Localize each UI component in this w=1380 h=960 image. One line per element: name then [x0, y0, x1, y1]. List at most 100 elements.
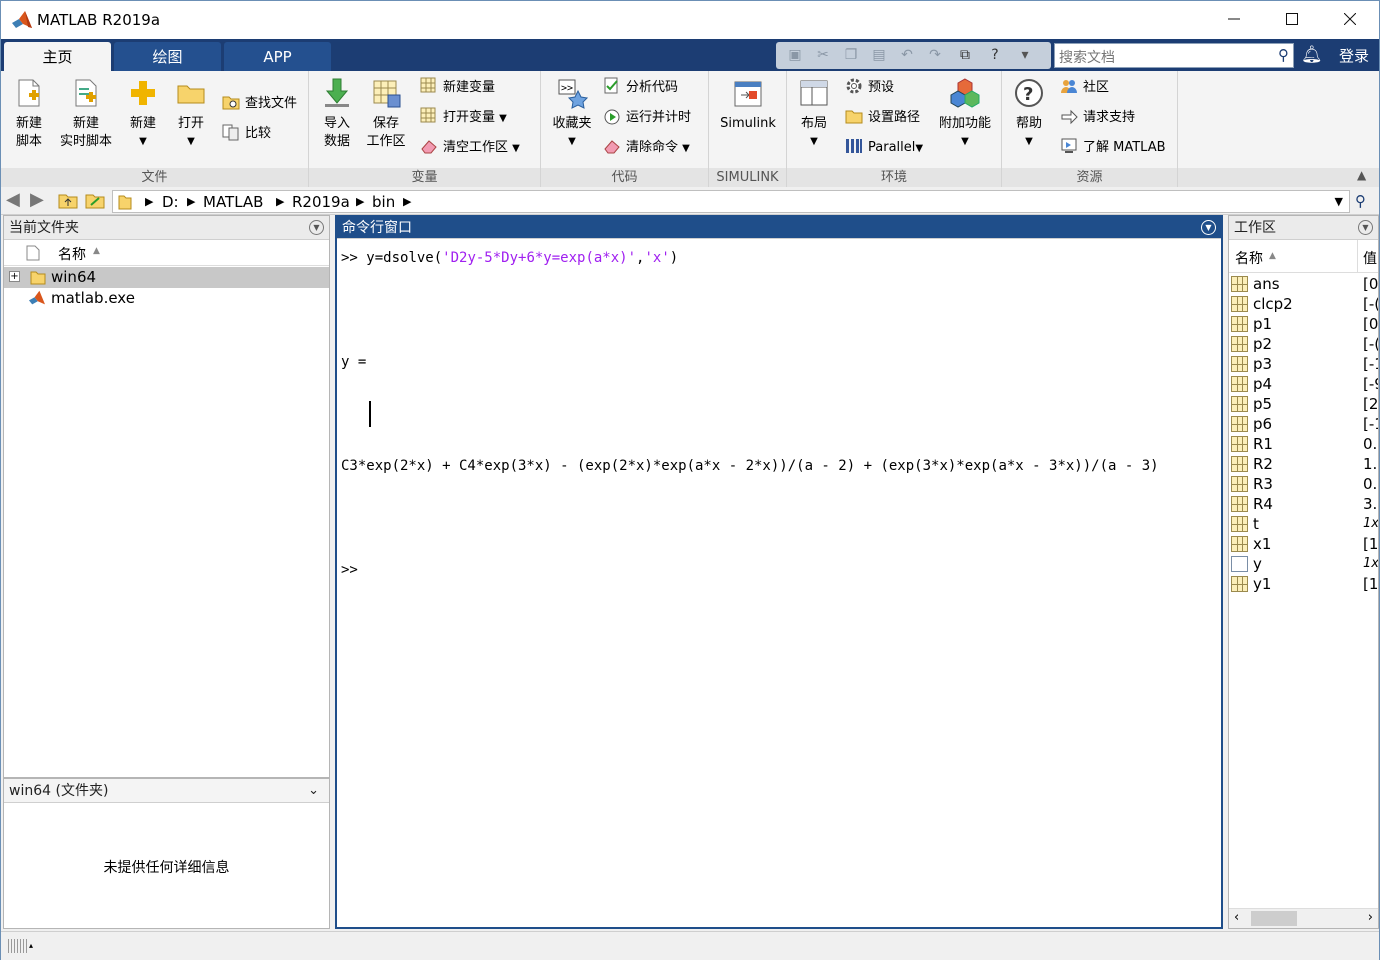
import-label-1: 导入: [323, 116, 350, 131]
new-script-button[interactable]: 新建 脚本: [7, 77, 51, 151]
tab-home[interactable]: 主页: [4, 42, 111, 71]
chevron-up-icon[interactable]: ▴: [29, 941, 33, 950]
cut-icon[interactable]: ✂: [814, 47, 832, 64]
analyze-code-button[interactable]: 分析代码: [603, 77, 678, 99]
open-variable-button[interactable]: 打开变量 ▼: [420, 107, 507, 129]
learn-matlab-button[interactable]: 了解 MATLAB: [1060, 137, 1166, 159]
status-grip-icon[interactable]: [8, 939, 27, 953]
switch-windows-icon[interactable]: ⧉: [956, 47, 974, 64]
preferences-button[interactable]: 预设: [845, 77, 894, 99]
command-window[interactable]: 命令行窗口 ▼ >> y=dsolve('D2y-5*Dy+6*y=exp(a*…: [335, 215, 1223, 929]
compare-button[interactable]: 比较: [222, 123, 271, 145]
list-item[interactable]: matlab.exe: [4, 288, 329, 309]
chevron-left-icon[interactable]: ‹: [1234, 910, 1239, 925]
maximize-button[interactable]: [1263, 1, 1321, 39]
sort-asc-icon: ▲: [93, 246, 100, 256]
tab-plots[interactable]: 绘图: [114, 42, 221, 71]
new-variable-button[interactable]: 新建变量: [420, 77, 495, 99]
search-documentation[interactable]: 搜索文档 ⚲: [1054, 43, 1294, 68]
scrollbar-thumb[interactable]: [1251, 911, 1297, 926]
notification-bell-icon[interactable]: 🔔︎: [1301, 45, 1323, 65]
learn-matlab-icon: [1060, 137, 1078, 155]
community-button[interactable]: 社区: [1060, 77, 1109, 99]
workspace-variable-row[interactable]: t 1x: [1229, 514, 1378, 534]
column-value[interactable]: 值: [1363, 248, 1377, 268]
workspace-variable-row[interactable]: p3 [-1: [1229, 354, 1378, 374]
search-icon[interactable]: ⚲: [1278, 46, 1289, 64]
save-workspace-button[interactable]: 保存 工作区: [363, 77, 409, 151]
list-item[interactable]: + win64: [4, 267, 329, 288]
forward-arrow-icon[interactable]: ▶: [30, 189, 44, 210]
workspace-variable-row[interactable]: clcp2 [-(: [1229, 294, 1378, 314]
workspace-variable-row[interactable]: R4 3.: [1229, 494, 1378, 514]
chevron-right-icon[interactable]: ›: [1368, 910, 1373, 925]
clear-workspace-button[interactable]: 清空工作区 ▼: [420, 137, 520, 159]
panel-menu-icon[interactable]: ▼: [309, 220, 324, 235]
paste-icon[interactable]: ▤: [870, 47, 888, 64]
path-box[interactable]: ▶ D: ▶ MATLAB ▶ R2019a ▶ bin ▶ ▼: [112, 190, 1350, 213]
workspace-variable-row[interactable]: p5 [2: [1229, 394, 1378, 414]
chevron-down-icon[interactable]: ▾: [1016, 47, 1034, 64]
breadcrumb-item[interactable]: bin: [372, 193, 395, 211]
redo-icon[interactable]: ↷: [926, 47, 944, 64]
help-button[interactable]: ? 帮助 ▼: [1008, 77, 1050, 151]
workspace-variable-row[interactable]: p2 [-(: [1229, 334, 1378, 354]
new-live-script-button[interactable]: 新建 实时脚本: [57, 77, 115, 151]
login-button[interactable]: 登录: [1339, 45, 1369, 66]
import-data-button[interactable]: 导入 数据: [315, 77, 359, 151]
run-and-time-button[interactable]: 运行并计时: [603, 107, 691, 129]
close-button[interactable]: [1321, 1, 1379, 39]
workspace-variable-row[interactable]: R3 0.: [1229, 474, 1378, 494]
clear-commands-button[interactable]: 清除命令 ▼: [603, 137, 690, 159]
workspace-variable-row[interactable]: p6 [-1: [1229, 414, 1378, 434]
workspace-variable-row[interactable]: x1 [1: [1229, 534, 1378, 554]
simulink-button[interactable]: Simulink: [715, 77, 781, 133]
back-arrow-icon[interactable]: ◀: [6, 189, 20, 210]
community-icon: [1060, 77, 1078, 95]
new-button[interactable]: 新建 ▼: [121, 77, 165, 151]
favorites-button[interactable]: >> 收藏夹 ▼: [547, 77, 597, 151]
column-name[interactable]: 名称: [1235, 248, 1263, 268]
workspace-variable-row[interactable]: ans [0: [1229, 274, 1378, 294]
undo-icon[interactable]: ↶: [898, 47, 916, 64]
toolstrip-tabs: 主页 绘图 APP ▣ ✂ ❐ ▤ ↶ ↷ ⧉ ? ▾ 搜索文档 ⚲ 🔔︎ 登录: [1, 39, 1379, 71]
search-folder-icon[interactable]: ⚲: [1355, 192, 1366, 210]
collapse-ribbon-icon[interactable]: ▲: [1357, 168, 1366, 182]
tab-apps[interactable]: APP: [224, 42, 331, 71]
details-title: win64 (文件夹): [9, 783, 109, 799]
copy-icon[interactable]: ❐: [842, 47, 860, 64]
panel-menu-icon[interactable]: ▼: [1358, 220, 1373, 235]
workspace-variable-row[interactable]: y 1x: [1229, 554, 1378, 574]
breadcrumb-item[interactable]: R2019a: [292, 193, 350, 211]
variable-value: [0: [1363, 315, 1378, 333]
workspace-variable-row[interactable]: y1 [1: [1229, 574, 1378, 594]
open-button[interactable]: 打开 ▼: [169, 77, 213, 151]
browse-folder-icon[interactable]: [85, 191, 105, 213]
save-icon[interactable]: ▣: [786, 47, 804, 64]
chevron-down-icon[interactable]: ▼: [1335, 195, 1343, 208]
layout-button[interactable]: 布局 ▼: [793, 77, 835, 151]
minimize-button[interactable]: [1205, 1, 1263, 39]
current-folder-header: 当前文件夹 ▼: [4, 216, 329, 240]
workspace-variable-row[interactable]: R2 1.: [1229, 454, 1378, 474]
workspace-variable-row[interactable]: p1 [0: [1229, 314, 1378, 334]
workspace-variable-row[interactable]: p4 [-9: [1229, 374, 1378, 394]
up-folder-icon[interactable]: [58, 191, 78, 213]
help-icon[interactable]: ?: [986, 47, 1004, 64]
column-name[interactable]: 名称: [58, 244, 86, 264]
breadcrumb-item[interactable]: D:: [162, 193, 179, 211]
find-files-button[interactable]: 查找文件: [222, 93, 297, 115]
panel-menu-icon[interactable]: ▼: [1201, 220, 1216, 235]
horizontal-scrollbar[interactable]: ‹ ›: [1229, 908, 1378, 928]
chevron-down-icon: ▼: [915, 143, 924, 154]
expand-icon[interactable]: +: [9, 271, 20, 282]
add-ons-button[interactable]: 附加功能 ▼: [935, 77, 995, 151]
workspace-variable-row[interactable]: R1 0.: [1229, 434, 1378, 454]
command-window-title: 命令行窗口: [342, 220, 412, 236]
request-support-button[interactable]: 请求支持: [1060, 107, 1135, 129]
active-prompt[interactable]: >>: [341, 557, 1159, 583]
chevron-down-icon[interactable]: ⌄: [308, 779, 319, 803]
set-path-button[interactable]: 设置路径: [845, 107, 920, 129]
breadcrumb-item[interactable]: MATLAB: [203, 193, 263, 211]
parallel-button[interactable]: Parallel▼: [845, 137, 923, 159]
